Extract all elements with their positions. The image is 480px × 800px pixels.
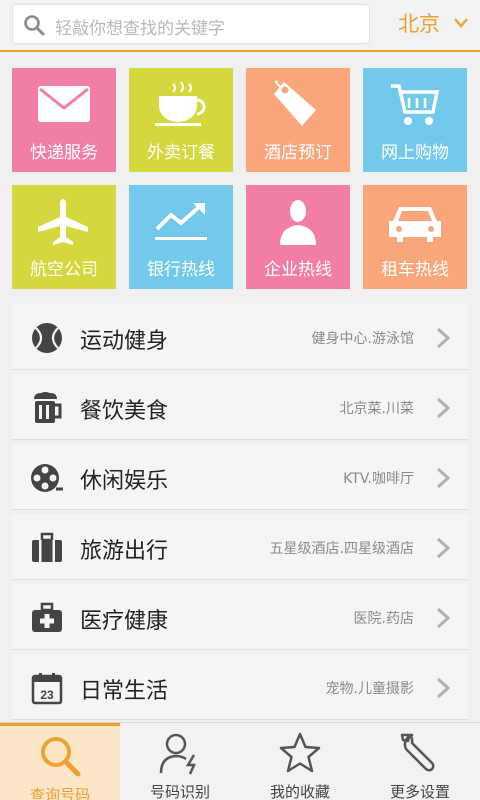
category-name: 餐饮美食 [80,399,169,424]
tile-enterprise[interactable]: 企业热线 [246,185,350,289]
search-input[interactable]: 轻敲你想查找的关键字 [12,4,370,44]
list-item-travel[interactable]: 旅游出行 五星级酒店.四星级酒店 [12,514,468,580]
tile-takeout[interactable]: 外卖订餐 [129,68,233,172]
list-item-daily-life[interactable]: 23 日常生活 宠物.儿童摄影 [12,654,468,720]
chevron-right-icon [436,467,450,489]
tennis-ball-icon [32,323,62,353]
tile-label: 企业热线 [264,260,332,280]
search-icon [41,737,81,777]
chevron-right-icon [436,327,450,349]
tile-hotel[interactable]: 酒店预订 [246,68,350,172]
category-name: 休闲娱乐 [80,469,169,494]
category-subtitle: 宠物.儿童摄影 [325,681,414,697]
tile-label: 网上购物 [381,143,449,163]
calendar-day: 23 [40,688,54,702]
envelope-icon [38,86,90,122]
header: 轻敲你想查找的关键字 北京 [0,0,480,52]
luggage-icon [32,532,62,562]
search-icon [24,15,45,36]
film-reel-icon [31,464,63,492]
tab-search-number[interactable]: 查询号码 [0,723,120,800]
tab-settings[interactable]: 更多设置 [360,723,480,800]
chevron-right-icon [436,677,450,699]
tab-label: 更多设置 [389,783,450,800]
category-subtitle: 健身中心.游泳馆 [311,331,414,347]
coffee-cup-icon [155,81,206,126]
tile-airline[interactable]: 航空公司 [12,185,116,289]
tile-bank[interactable]: 银行热线 [129,185,233,289]
trend-chart-icon [155,203,207,240]
wrench-icon [400,733,435,772]
tile-car-rental[interactable]: 租车热线 [363,185,467,289]
chevron-right-icon [436,607,450,629]
tab-label: 查询号码 [29,786,90,800]
tile-label: 租车热线 [381,260,449,280]
city-name: 北京 [398,12,440,36]
list-item-medical[interactable]: 医疗健康 医院.药店 [12,584,468,650]
tab-label: 号码识别 [149,783,210,800]
category-name: 医疗健康 [80,609,169,634]
chevron-right-icon [436,537,450,559]
category-subtitle: 北京菜.川菜 [339,401,414,417]
category-subtitle: KTV.咖啡厅 [343,471,414,487]
tile-label: 航空公司 [30,260,98,280]
calendar-icon: 23 [31,673,63,705]
beer-mug-icon [34,392,62,423]
tile-express[interactable]: 快递服务 [12,68,116,172]
category-name: 运动健身 [80,329,169,354]
list-item-food[interactable]: 餐饮美食 北京菜.川菜 [12,374,468,440]
search-placeholder: 轻敲你想查找的关键字 [55,19,225,39]
person-icon [280,200,316,245]
tile-label: 外卖订餐 [147,143,215,163]
price-tag-icon [274,80,316,126]
medical-kit-icon [32,602,62,632]
category-name: 日常生活 [80,679,169,704]
tab-favorites[interactable]: 我的收藏 [240,723,360,800]
tile-shopping[interactable]: 网上购物 [363,68,467,172]
tab-label: 我的收藏 [269,783,330,800]
shopping-cart-icon [391,84,440,125]
tile-label: 酒店预订 [264,143,332,163]
chevron-right-icon [436,397,450,419]
city-selector[interactable]: 北京 [398,8,468,38]
tile-label: 快递服务 [30,143,98,163]
chevron-down-icon [454,18,468,28]
car-icon [389,207,441,242]
category-subtitle: 医院.药店 [353,611,414,627]
tab-caller-id[interactable]: 号码识别 [120,723,240,800]
list-item-sports[interactable]: 运动健身 健身中心.游泳馆 [12,304,468,370]
tile-label: 银行热线 [147,260,215,280]
category-name: 旅游出行 [80,539,169,564]
airplane-icon [38,199,88,245]
category-subtitle: 五星级酒店.四星级酒店 [269,541,414,557]
caller-id-icon [159,733,196,775]
list-item-entertainment[interactable]: 休闲娱乐 KTV.咖啡厅 [12,444,468,510]
bottom-tab-bar: 查询号码 号码识别 我的收藏 更多设置 [0,722,480,800]
star-icon [279,732,321,773]
